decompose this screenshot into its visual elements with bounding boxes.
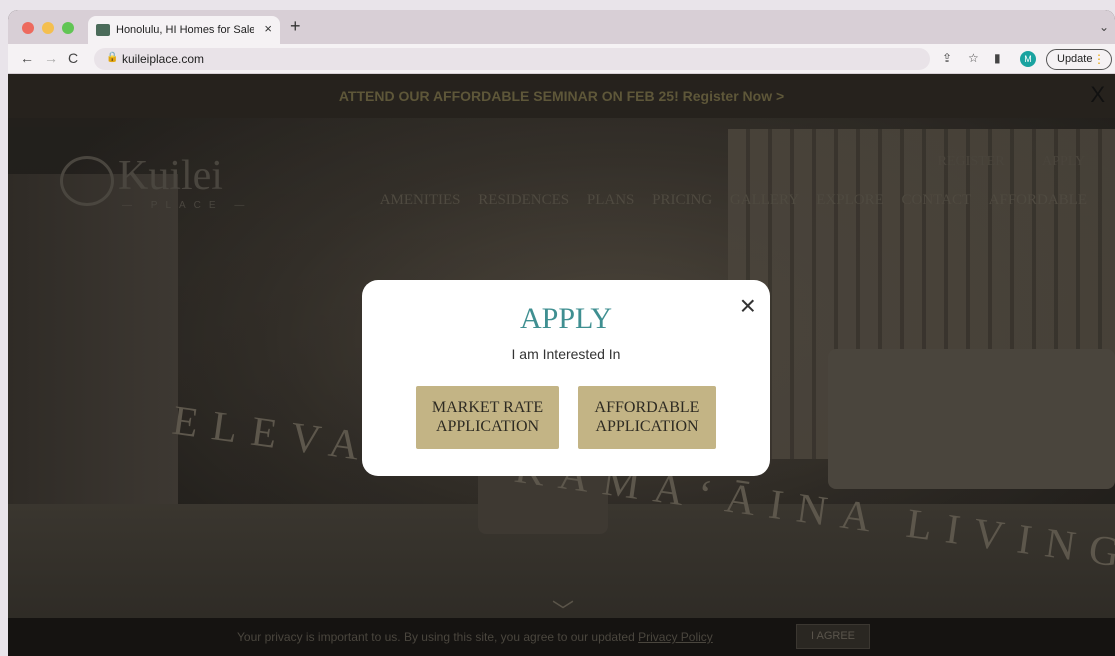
privacy-message: Your privacy is important to us. By usin… [237,630,639,644]
nav-apply[interactable]: APPLY [1042,154,1085,169]
page-content: ATTEND OUR AFFORDABLE SEMINAR ON FEB 25!… [8,74,1115,656]
announcement-link[interactable]: ATTEND OUR AFFORDABLE SEMINAR ON FEB 25!… [8,88,1115,104]
nav-plans[interactable]: PLANS [587,192,635,208]
tab-search-chevron-icon[interactable]: ⌄ [1099,20,1109,34]
announcement-bar: ATTEND OUR AFFORDABLE SEMINAR ON FEB 25!… [8,74,1115,118]
nav-affordable[interactable]: AFFORDABLE [989,192,1087,208]
hero-background-door [8,174,178,504]
announcement-close-icon[interactable]: X [1090,82,1105,108]
bookmark-star-icon[interactable]: ☆ [968,51,979,65]
logo-wordmark: Kuilei [118,153,223,199]
maximize-window-button[interactable] [62,22,74,34]
nav-amenities[interactable]: AMENITIES [380,192,461,208]
update-button[interactable]: Update ⋮ [1046,49,1112,70]
tab-close-icon[interactable]: × [264,21,272,36]
browser-toolbar: ← → C 🔒 kuileiplace.com ⇪ ☆ ▮ M Update ⋮ [8,44,1115,74]
nav-pricing[interactable]: PRICING [652,192,712,208]
kebab-menu-icon[interactable]: ⋮ [1093,52,1105,66]
privacy-banner: Your privacy is important to us. By usin… [8,618,1115,656]
nav-register[interactable]: REGISTER [938,154,1005,169]
tab-strip: Honolulu, HI Homes for Sale | K × + ⌄ [8,10,1115,44]
apply-modal: APPLY I am Interested In × MARKET RATE A… [362,280,770,476]
address-bar[interactable]: 🔒 kuileiplace.com [94,48,930,70]
close-window-button[interactable] [22,22,34,34]
modal-subtitle: I am Interested In [511,346,621,362]
profile-avatar[interactable]: M [1020,51,1036,67]
nav-gallery[interactable]: GALLERY [730,192,799,208]
nav-contact[interactable]: CONTACT [902,192,971,208]
new-tab-button[interactable]: + [290,16,301,37]
url-text[interactable]: kuileiplace.com [122,52,204,66]
hero-background-sofa [828,349,1115,489]
browser-window: Honolulu, HI Homes for Sale | K × + ⌄ ← … [8,10,1115,656]
reload-icon[interactable]: C [68,50,78,66]
modal-close-icon[interactable]: × [740,292,756,320]
modal-title: APPLY [519,302,613,335]
logo-subtitle: — PLACE — [122,200,253,211]
nav-residences[interactable]: RESIDENCES [478,192,569,208]
logo-emblem-icon [60,156,114,206]
afford-button-line2: APPLICATION [595,418,699,435]
tab-title: Honolulu, HI Homes for Sale | K [116,24,254,36]
privacy-policy-link[interactable]: Privacy Policy [638,630,713,644]
utility-nav: REGISTER APPLY [904,154,1085,170]
agree-button[interactable]: I AGREE [796,624,870,649]
share-icon[interactable]: ⇪ [942,51,952,65]
lock-icon[interactable]: 🔒 [106,52,118,63]
market-button-line1: MARKET RATE [431,399,544,416]
side-panel-icon[interactable]: ▮ [994,51,1001,65]
minimize-window-button[interactable] [42,22,54,34]
forward-arrow-icon[interactable]: → [44,50,58,66]
favicon-icon [96,24,110,36]
affordable-application-button[interactable]: AFFORDABLE APPLICATION [578,386,716,449]
market-rate-application-button[interactable]: MARKET RATE APPLICATION [416,386,559,449]
afford-button-line1: AFFORDABLE [594,399,700,416]
main-nav: AMENITIES RESIDENCES PLANS PRICING GALLE… [366,192,1087,209]
back-arrow-icon[interactable]: ← [20,50,34,66]
browser-tab[interactable]: Honolulu, HI Homes for Sale | K × [88,16,280,44]
update-label: Update [1057,53,1093,65]
privacy-text: Your privacy is important to us. By usin… [237,630,713,644]
nav-explore[interactable]: EXPLORE [816,192,884,208]
market-button-line2: APPLICATION [435,418,540,435]
